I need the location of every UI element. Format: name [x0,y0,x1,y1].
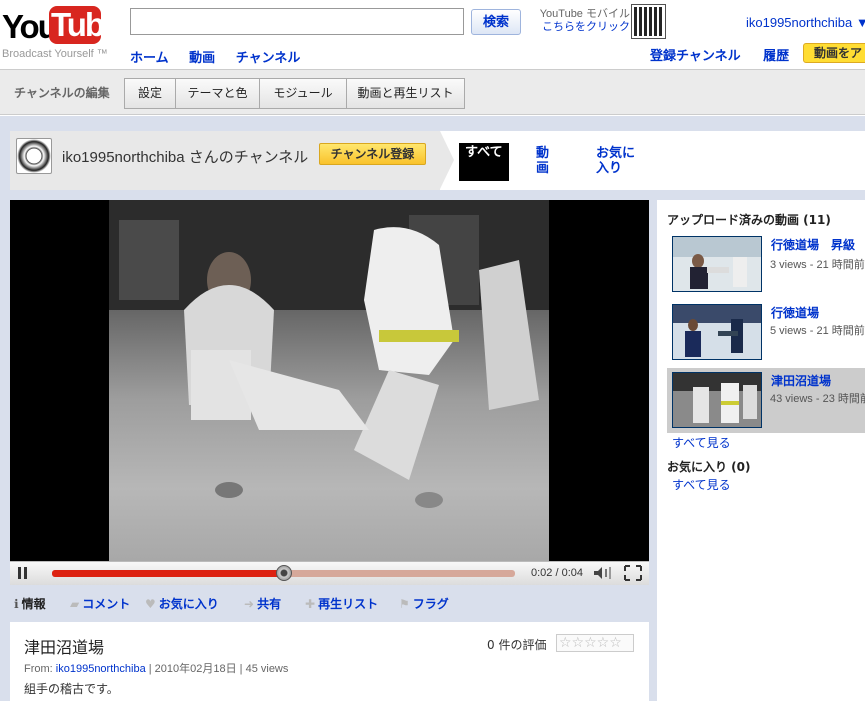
search-button[interactable]: 検索 [471,9,521,35]
logo-you-text: You [2,8,58,45]
volume-icon[interactable] [593,566,615,580]
video-title-3[interactable]: 津田沼道場 [771,372,831,389]
video-meta-3: 43 views - 23 時間前 [770,393,865,405]
time-display: 0:02 / 0:04 [531,567,583,579]
action-comment-label: コメント [82,597,131,611]
mobile-promo-title: YouTube モバイル [539,8,630,20]
fullscreen-icon[interactable] [624,565,642,581]
video-title: 津田沼道場 [24,638,105,657]
favorites-heading: お気に入り (0) [667,460,751,474]
youtube-logo[interactable]: You Tube Broadcast Yourself ™ [2,4,121,60]
search-input[interactable] [130,8,464,35]
star-rating[interactable]: ☆☆☆☆☆ [556,634,634,652]
upload-date: | 2010年02月18日 | [145,663,246,675]
view-count: 45 views [245,663,289,675]
mobile-promo-link[interactable]: こちらをクリック [534,21,630,34]
share-icon: ➜ [244,597,255,611]
avatar[interactable] [16,138,52,174]
flag-icon: ⚑ [399,597,410,611]
action-flag-label: フラグ [412,597,449,611]
video-title-2[interactable]: 行徳道場 [771,304,819,321]
action-favorite-label: お気に入り [158,597,219,611]
action-info-label: 情報 [21,597,46,611]
nav-videos[interactable]: 動画 [189,51,215,66]
nav-history[interactable]: 履歴 [763,49,789,64]
action-favorite[interactable]: ♥ お気に入り [145,595,219,612]
video-thumbnail-3[interactable] [672,372,762,428]
channel-title: iko1995northchiba さんのチャンネル [62,149,309,166]
qr-code-icon[interactable] [631,4,666,39]
see-all-favorites-link[interactable]: すべて見る [672,476,731,493]
video-meta-2: 5 views - 21 時間前 [770,325,865,337]
action-playlist[interactable]: ✚ 再生リスト [305,595,378,612]
author-link[interactable]: iko1995northchiba [56,663,146,675]
heart-icon: ♥ [145,597,156,611]
action-share-label: 共有 [257,597,282,611]
action-playlist-label: 再生リスト [318,597,379,611]
mobile-promo[interactable]: YouTube モバイル こちらをクリック [534,8,630,34]
edit-bar-label: チャンネルの編集 [14,86,110,100]
video-description: 組手の稽古です。 [24,682,119,696]
video-meta-1: 3 views - 21 時間前 [770,259,865,271]
from-label: From: [24,663,56,675]
tab-theme-colors[interactable]: テーマと色 [175,78,260,109]
top-nav: ホーム 動画 チャンネル [130,47,316,66]
action-comment[interactable]: ▰ コメント [70,595,130,612]
action-share[interactable]: ➜ 共有 [244,595,281,612]
plus-icon: ✚ [305,597,316,611]
video-thumbnail-2[interactable] [672,304,762,360]
upload-button[interactable]: 動画をア [803,43,865,63]
video-title-1[interactable]: 行徳道場 昇級 [771,236,855,253]
logo-tagline: Broadcast Yourself ™ [2,48,108,60]
channel-tab-videos[interactable]: 動画 [536,146,558,176]
progress-played [52,570,284,577]
logo-tube-text: Tube [49,6,121,44]
user-menu[interactable]: iko1995northchiba ▼ [746,15,865,30]
action-flag[interactable]: ⚑ フラグ [399,595,449,612]
tab-videos-playlists[interactable]: 動画と再生リスト [346,78,465,109]
video-thumbnail-1[interactable] [672,236,762,292]
nav-channels[interactable]: チャンネル [236,51,301,66]
video-meta: From: iko1995northchiba | 2010年02月18日 | … [24,660,288,676]
pause-icon[interactable] [16,566,30,580]
video-frame[interactable] [109,200,549,561]
channel-tab-all[interactable]: すべて [459,143,509,181]
tab-modules[interactable]: モジュール [259,78,347,109]
channel-tab-favorites[interactable]: お気に入り [596,146,640,176]
nav-home[interactable]: ホーム [130,51,169,66]
see-all-uploads-link[interactable]: すべて見る [672,434,731,451]
subscribe-button[interactable]: チャンネル登録 [319,143,426,165]
uploads-heading: アップロード済みの動画 (11) [667,213,831,227]
action-info[interactable]: ℹ 情報 [14,595,46,612]
nav-subscriptions[interactable]: 登録チャンネル [650,49,741,64]
youtube-channel-page: You Tube Broadcast Yourself ™ 検索 YouTube… [0,0,865,701]
right-nav: 登録チャンネル 履歴 [650,45,807,64]
video-scene-image [109,200,549,508]
comment-icon: ▰ [70,597,80,611]
progress-scrubber-handle[interactable] [276,565,292,581]
tab-settings[interactable]: 設定 [124,78,176,109]
rating-count: 0 件の評価 [487,638,547,652]
